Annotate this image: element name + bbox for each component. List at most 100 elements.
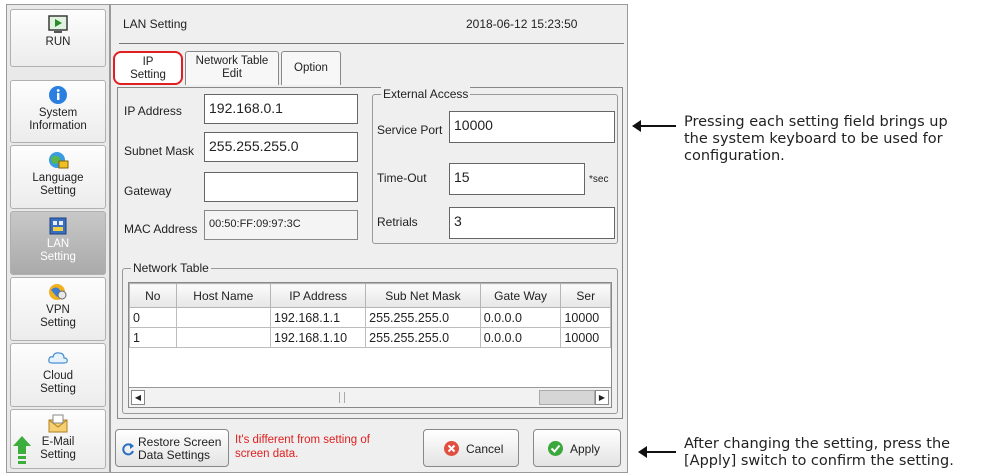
column-header-ip-address[interactable]: IP Address bbox=[270, 283, 367, 308]
mac-address-label: MAC Address bbox=[124, 222, 198, 236]
annotation-text: configuration. bbox=[684, 148, 785, 164]
lan-setting-panel: LAN Setting 2018-06-12 15:23:50 IP Setti… bbox=[110, 4, 628, 473]
annotation-arrow-top bbox=[632, 120, 676, 132]
subnet-mask-field[interactable]: 255.255.255.0 bbox=[204, 132, 358, 162]
annotation-apply: After changing the setting, press the [A… bbox=[684, 436, 1002, 470]
annotation-text: [Apply] switch to confirm the setting. bbox=[684, 453, 954, 469]
cell-service-port: 10000 bbox=[560, 307, 611, 328]
restore-button-label: Data Settings bbox=[138, 448, 211, 462]
email-icon bbox=[48, 414, 68, 433]
horizontal-scrollbar[interactable]: ◀ ▶ bbox=[129, 387, 611, 407]
external-access-title: External Access bbox=[381, 87, 471, 101]
sidebar-item-vpn-setting[interactable]: VPN Setting bbox=[10, 277, 106, 341]
timeout-field[interactable]: 15 bbox=[449, 163, 585, 195]
gateway-label: Gateway bbox=[124, 184, 172, 198]
tab-ip-setting[interactable]: IP Setting bbox=[113, 51, 183, 85]
table-row[interactable]: 0 192.168.1.1 255.255.255.0 0.0.0.0 1000… bbox=[129, 307, 611, 328]
cell-host-name bbox=[175, 327, 272, 348]
vpn-icon bbox=[49, 284, 67, 300]
sidebar-item-email-setting[interactable]: E-Mail Setting bbox=[10, 409, 106, 469]
warning-message: It's different from setting of screen da… bbox=[235, 433, 370, 461]
sidebar: RUN System Information Language Setting … bbox=[6, 4, 110, 473]
retrials-field[interactable]: 3 bbox=[449, 207, 615, 239]
refresh-icon bbox=[122, 443, 134, 456]
cell-ip-address: 192.168.1.1 bbox=[270, 307, 367, 328]
cell-gateway: 0.0.0.0 bbox=[479, 307, 562, 328]
network-table-title: Network Table bbox=[131, 261, 211, 275]
sidebar-item-cloud-setting[interactable]: Cloud Setting bbox=[10, 343, 106, 407]
sidebar-item-run[interactable]: RUN bbox=[10, 9, 106, 67]
annotation-keyboard: Pressing each setting field brings up th… bbox=[684, 114, 1002, 165]
sidebar-item-label: Language Setting bbox=[32, 172, 84, 197]
column-header-host-name[interactable]: Host Name bbox=[175, 283, 272, 308]
scrollbar-grip bbox=[339, 392, 345, 403]
ip-address-field[interactable]: 192.168.0.1 bbox=[204, 94, 358, 124]
cell-host-name bbox=[175, 307, 272, 328]
scroll-up-arrow-icon[interactable] bbox=[13, 436, 31, 468]
tab-network-table-edit[interactable]: Network Table Edit bbox=[185, 51, 279, 85]
warning-text: It's different from setting of bbox=[235, 434, 370, 446]
network-table: No Host Name IP Address Sub Net Mask Gat… bbox=[128, 282, 612, 408]
network-table-grid: No Host Name IP Address Sub Net Mask Gat… bbox=[129, 283, 611, 348]
cloud-icon bbox=[48, 352, 68, 364]
cell-ip-address: 192.168.1.10 bbox=[270, 327, 367, 348]
timeout-unit: *sec bbox=[589, 174, 609, 185]
sidebar-item-label: E-Mail Setting bbox=[40, 436, 76, 461]
gateway-field[interactable] bbox=[204, 172, 358, 202]
restore-button-label: Restore Screen bbox=[138, 435, 222, 449]
service-port-label: Service Port bbox=[377, 123, 443, 137]
apply-button[interactable]: Apply bbox=[533, 429, 621, 467]
tab-label: Network Table bbox=[195, 55, 269, 67]
annotation-text: Pressing each setting field brings up bbox=[684, 114, 948, 130]
scroll-right-icon[interactable]: ▶ bbox=[595, 390, 609, 405]
tab-label: Setting bbox=[130, 69, 166, 81]
cell-service-port: 10000 bbox=[560, 327, 611, 348]
column-header-service-port[interactable]: Ser bbox=[560, 283, 611, 308]
sidebar-item-label: VPN Setting bbox=[40, 304, 76, 329]
cell-no: 1 bbox=[129, 327, 177, 348]
sidebar-item-system-information[interactable]: System Information bbox=[10, 80, 106, 143]
checkmark-icon bbox=[548, 441, 563, 456]
column-header-gateway[interactable]: Gate Way bbox=[479, 283, 562, 308]
language-icon bbox=[49, 152, 69, 169]
page-title: LAN Setting bbox=[123, 17, 188, 31]
scroll-left-icon[interactable]: ◀ bbox=[131, 390, 145, 405]
scrollbar-thumb[interactable] bbox=[539, 390, 595, 405]
service-port-field[interactable]: 10000 bbox=[449, 111, 615, 143]
cancel-label: Cancel bbox=[466, 442, 504, 456]
warning-text: screen data. bbox=[235, 448, 299, 460]
tab-option[interactable]: Option bbox=[281, 51, 341, 85]
tab-label: Option bbox=[294, 62, 328, 74]
column-header-subnet-mask[interactable]: Sub Net Mask bbox=[365, 283, 481, 308]
tab-label: Edit bbox=[222, 68, 242, 80]
cell-subnet-mask: 255.255.255.0 bbox=[365, 307, 481, 328]
run-icon bbox=[48, 15, 68, 33]
sidebar-item-label: Cloud Setting bbox=[40, 370, 76, 395]
sidebar-item-label: System Information bbox=[29, 107, 87, 132]
sidebar-item-label: LAN Setting bbox=[40, 238, 76, 263]
cell-no: 0 bbox=[129, 307, 177, 328]
annotation-arrow-bottom bbox=[638, 446, 676, 458]
ip-setting-content: IP Address 192.168.0.1 Subnet Mask 255.2… bbox=[117, 87, 623, 419]
column-header-no[interactable]: No bbox=[129, 283, 177, 308]
subnet-mask-label: Subnet Mask bbox=[124, 144, 195, 158]
table-header-row: No Host Name IP Address Sub Net Mask Gat… bbox=[129, 283, 611, 308]
retrials-label: Retrials bbox=[377, 215, 418, 229]
info-icon bbox=[49, 86, 67, 104]
datetime-display: 2018-06-12 15:23:50 bbox=[466, 17, 578, 31]
sidebar-item-language-setting[interactable]: Language Setting bbox=[10, 145, 106, 209]
timeout-label: Time-Out bbox=[377, 171, 427, 185]
title-divider bbox=[119, 43, 624, 44]
table-row[interactable]: 1 192.168.1.10 255.255.255.0 0.0.0.0 100… bbox=[129, 327, 611, 348]
external-access-group: External Access Service Port 10000 Time-… bbox=[372, 87, 618, 244]
cancel-icon bbox=[444, 441, 459, 456]
cancel-button[interactable]: Cancel bbox=[423, 429, 519, 467]
annotation-text: the system keyboard to be used for bbox=[684, 131, 943, 147]
cell-gateway: 0.0.0.0 bbox=[479, 327, 562, 348]
tab-label: IP bbox=[142, 56, 154, 68]
annotation-text: After changing the setting, press the bbox=[684, 436, 951, 452]
sidebar-item-lan-setting[interactable]: LAN Setting bbox=[10, 211, 106, 275]
sidebar-item-label: RUN bbox=[45, 36, 71, 48]
restore-screen-data-settings-button[interactable]: Restore Screen Data Settings bbox=[115, 429, 229, 467]
mac-address-value: 00:50:FF:09:97:3C bbox=[204, 210, 358, 240]
